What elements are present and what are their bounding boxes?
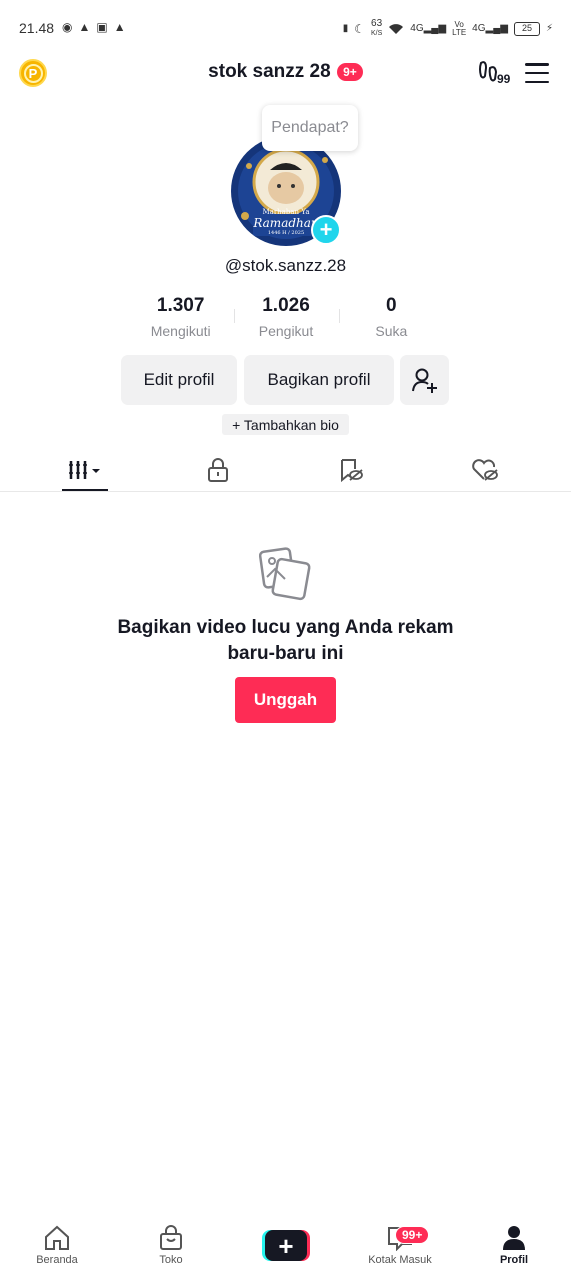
signal-1: 4G▂▄▆ [410, 23, 447, 34]
status-left-icons: ◉ ▲ ▣ ▲ [62, 20, 126, 34]
notification-badge: 9+ [337, 63, 363, 81]
profile-views-count: 99 [497, 72, 511, 86]
divider [234, 309, 235, 323]
ar-icon: ▲ [113, 20, 126, 34]
feedback-tooltip[interactable]: Pendapat? [262, 105, 358, 151]
divider [339, 309, 340, 323]
bottom-nav: Beranda Toko + Kotak Masuk 99+ Profil [0, 1222, 571, 1280]
battery-icon: 25 [513, 21, 540, 36]
network-speed: 63 K/S [370, 18, 383, 38]
nav-shop[interactable]: Toko [131, 1222, 211, 1266]
videos-grid-icon [69, 461, 100, 479]
stat-likes[interactable]: 0 Suka [339, 295, 444, 339]
nav-home[interactable]: Beranda [17, 1222, 97, 1266]
add-user-icon [411, 368, 437, 393]
username: @stok.sanzz.28 [224, 256, 347, 275]
bookmark-hidden-icon [341, 459, 363, 482]
gallery-icon: ▣ [96, 20, 108, 34]
vibrate-icon: ▮ [342, 23, 349, 34]
status-bar: 21.48 ◉ ▲ ▣ ▲ ▮ ☾ 63 K/S 4G▂▄▆ Vo LTE 4G… [0, 0, 571, 56]
app-notification-icon: ◉ [62, 20, 73, 34]
active-tab-indicator [62, 489, 108, 491]
content-tabs [0, 447, 571, 492]
tab-videos[interactable] [62, 455, 108, 485]
empty-state-message: Bagikan video lucu yang Anda rekam baru-… [117, 617, 454, 664]
status-time: 21.48 [19, 20, 55, 36]
profile-header: P stok sanzz 28 9+ 99 [0, 56, 571, 88]
account-name: stok sanzz 28 [208, 61, 331, 82]
moon-icon: ☾ [354, 21, 365, 36]
status-right: ▮ ☾ 63 K/S 4G▂▄▆ Vo LTE 4G▂▄▆ 25 ⚡ [343, 19, 553, 38]
wifi-icon [389, 23, 404, 34]
signal-2: 4G▂▄▆ [472, 23, 508, 34]
shopping-bag-icon [160, 1225, 182, 1250]
lock-icon [208, 458, 228, 482]
stat-followers[interactable]: 1.026 Pengikut [233, 295, 338, 339]
warning-icon: ▲ [78, 20, 91, 34]
nav-profile[interactable]: Profil [474, 1222, 554, 1266]
create-button[interactable]: + [262, 1230, 310, 1261]
tab-liked[interactable] [462, 455, 508, 485]
heart-hidden-icon [472, 459, 498, 481]
photos-icon [259, 547, 311, 601]
home-icon [45, 1225, 69, 1250]
profile-views-button[interactable]: 99 [478, 60, 514, 88]
menu-icon[interactable] [525, 63, 549, 83]
inbox-badge: 99+ [395, 1226, 430, 1244]
tab-favorites[interactable] [328, 455, 374, 485]
upload-button[interactable]: Unggah [235, 677, 336, 723]
volte: Vo LTE [452, 19, 467, 37]
profile-icon [503, 1226, 525, 1250]
plus-icon: + [265, 1230, 307, 1261]
add-bio-button[interactable]: + Tambahkan bio [222, 414, 349, 435]
add-avatar-button[interactable]: + [311, 215, 341, 245]
edit-profile-button[interactable]: Edit profil [121, 355, 237, 405]
profile-stats: 1.307 Mengikuti 1.026 Pengikut 0 Suka [128, 295, 444, 339]
share-profile-button[interactable]: Bagikan profil [244, 355, 394, 405]
charging-icon: ⚡ [545, 23, 553, 34]
tab-private[interactable] [195, 455, 241, 485]
stat-following[interactable]: 1.307 Mengikuti [128, 295, 233, 339]
add-friends-button[interactable] [400, 355, 449, 405]
